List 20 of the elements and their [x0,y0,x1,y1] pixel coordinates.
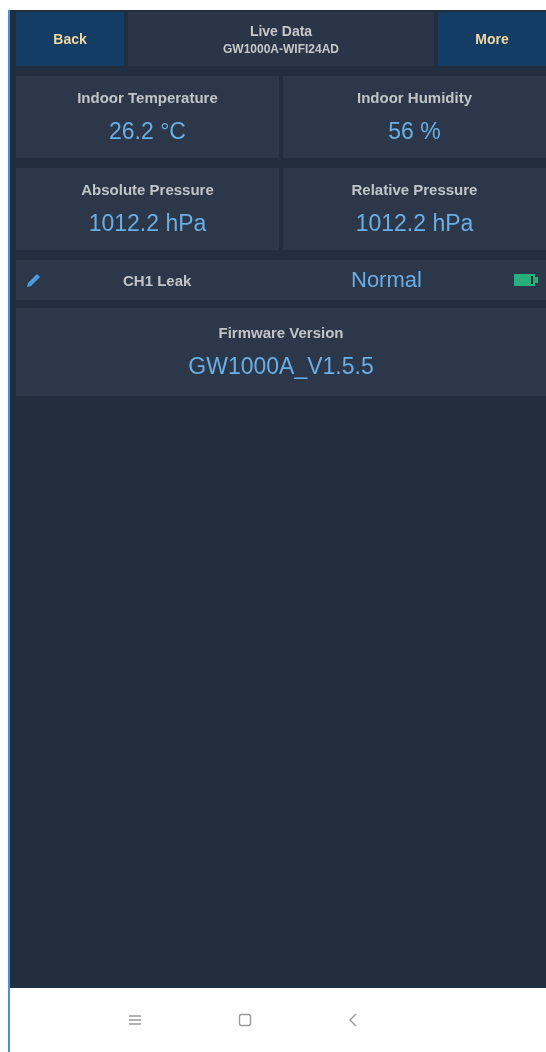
menu-icon[interactable] [128,1014,142,1026]
reading-value: 1012.2 hPa [355,210,474,237]
sensor-name: CH1 Leak [123,271,192,289]
battery-icon [514,273,538,287]
reading-value: 1012.2 hPa [88,210,207,237]
back-icon[interactable] [348,1013,358,1027]
more-button[interactable]: More [438,12,546,66]
screen-title: Live Data [249,22,313,39]
reading-value: GW1000A_V1.5.5 [188,353,374,380]
reading-label: Indoor Temperature [77,89,218,106]
back-button[interactable]: Back [16,12,124,66]
sensor-status: Normal [351,267,422,293]
reading-label: Relative Pressure [351,181,478,198]
reading-label: Absolute Pressure [81,181,214,198]
reading-label: Firmware Version [218,324,344,341]
reading-value: 26.2 °C [109,118,186,145]
home-icon[interactable] [238,1013,252,1027]
reading-label: Indoor Humidity [357,89,472,106]
reading-value: 56 % [388,118,441,145]
device-name: GW1000A-WIFI24AD [223,41,339,56]
